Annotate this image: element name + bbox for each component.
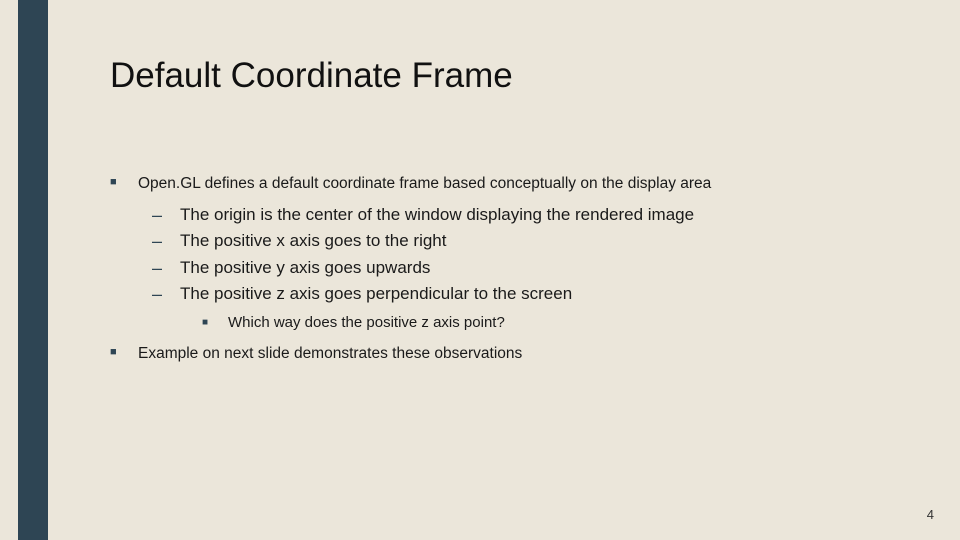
bullet-text: The positive x axis goes to the right bbox=[180, 231, 446, 250]
page-number: 4 bbox=[927, 507, 934, 522]
list-item: The positive x axis goes to the right bbox=[152, 228, 910, 254]
sub-sub-list: Which way does the positive z axis point… bbox=[202, 312, 910, 335]
list-item: The positive y axis goes upwards bbox=[152, 255, 910, 281]
bullet-text: Open.GL defines a default coordinate fra… bbox=[138, 175, 711, 192]
bullet-list: Open.GL defines a default coordinate fra… bbox=[110, 174, 910, 364]
bullet-text: Which way does the positive z axis point… bbox=[228, 314, 505, 331]
list-item: Open.GL defines a default coordinate fra… bbox=[110, 174, 910, 334]
list-item: Example on next slide demonstrates these… bbox=[110, 344, 910, 364]
slide-content: Default Coordinate Frame Open.GL defines… bbox=[110, 56, 910, 370]
bullet-text: The positive z axis goes perpendicular t… bbox=[180, 284, 572, 303]
accent-bar bbox=[18, 0, 48, 540]
bullet-text: The positive y axis goes upwards bbox=[180, 258, 430, 277]
list-item: The origin is the center of the window d… bbox=[152, 202, 910, 228]
list-item: Which way does the positive z axis point… bbox=[202, 312, 910, 335]
bullet-text: Example on next slide demonstrates these… bbox=[138, 345, 522, 362]
sub-list: The origin is the center of the window d… bbox=[152, 202, 910, 334]
list-item: The positive z axis goes perpendicular t… bbox=[152, 281, 910, 334]
slide-title: Default Coordinate Frame bbox=[110, 56, 910, 96]
bullet-text: The origin is the center of the window d… bbox=[180, 205, 694, 224]
